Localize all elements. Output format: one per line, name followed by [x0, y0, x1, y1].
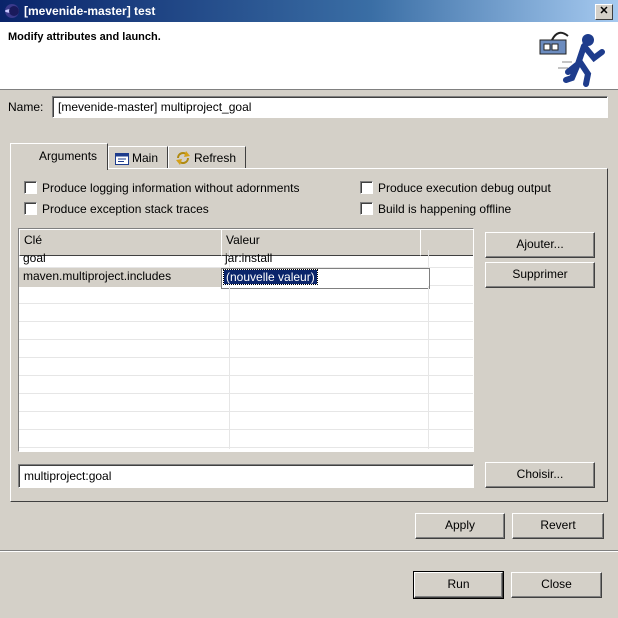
- header-message: Modify attributes and launch.: [8, 31, 161, 43]
- title-bar: [mevenide-master] test ✕: [0, 0, 618, 22]
- empty-row: [19, 412, 473, 431]
- stack-traces-checkbox-box[interactable]: [24, 202, 37, 215]
- window-title: [mevenide-master] test: [24, 4, 156, 18]
- empty-row: [19, 358, 473, 377]
- table-row[interactable]: goal jar:install: [19, 250, 473, 269]
- goal-field[interactable]: multiproject:goal: [18, 464, 474, 488]
- tab-arguments-label: Arguments: [39, 149, 98, 163]
- apply-button[interactable]: Apply: [415, 513, 505, 539]
- revert-button[interactable]: Revert: [512, 513, 604, 539]
- offline-checkbox[interactable]: Build is happening offline: [360, 202, 511, 216]
- close-window-button[interactable]: ✕: [595, 4, 613, 20]
- separator: [0, 550, 618, 552]
- properties-table[interactable]: Clé Valeur goal jar:install maven.multip…: [18, 228, 474, 452]
- empty-row: [19, 430, 473, 449]
- logging-checkbox-box[interactable]: [24, 181, 37, 194]
- empty-row: [19, 286, 473, 305]
- run-launch-icon: [539, 31, 605, 87]
- offline-checkbox-label: Build is happening offline: [378, 202, 512, 216]
- editing-value[interactable]: (nouvelle valeur): [223, 269, 318, 285]
- tab-main-label: Main: [132, 151, 159, 165]
- name-field[interactable]: [mevenide-master] multiproject_goal: [52, 96, 608, 118]
- logging-checkbox-label: Produce logging information without ador…: [42, 181, 300, 195]
- empty-row: [19, 340, 473, 359]
- name-label: Name:: [8, 100, 44, 114]
- tab-refresh[interactable]: Refresh: [168, 146, 246, 169]
- eclipse-icon: [5, 4, 19, 18]
- close-button[interactable]: Close: [511, 572, 602, 598]
- offline-checkbox-box[interactable]: [360, 202, 373, 215]
- empty-row: [19, 322, 473, 341]
- run-button[interactable]: Run: [413, 571, 504, 599]
- stack-traces-checkbox-label: Produce exception stack traces: [42, 202, 209, 216]
- refresh-icon: [176, 151, 190, 165]
- window-icon: [115, 153, 129, 165]
- key-cell[interactable]: goal: [19, 250, 230, 269]
- table-row[interactable]: maven.multiproject.includes (nouvelle va…: [19, 268, 473, 289]
- value-cell[interactable]: jar:install: [221, 250, 429, 269]
- header-banner: Modify attributes and launch.: [0, 22, 618, 90]
- add-button[interactable]: Ajouter...: [485, 232, 595, 258]
- tab-main[interactable]: Main: [108, 146, 168, 169]
- choose-button[interactable]: Choisir...: [485, 462, 595, 488]
- debug-output-checkbox[interactable]: Produce execution debug output: [360, 181, 551, 195]
- empty-row: [19, 394, 473, 413]
- tab-arguments[interactable]: Arguments: [10, 143, 108, 170]
- key-cell[interactable]: maven.multiproject.includes: [19, 268, 230, 287]
- logging-checkbox[interactable]: Produce logging information without ador…: [24, 181, 299, 195]
- tab-refresh-label: Refresh: [194, 151, 237, 165]
- debug-output-checkbox-box[interactable]: [360, 181, 373, 194]
- empty-row: [19, 376, 473, 395]
- debug-output-checkbox-label: Produce execution debug output: [378, 181, 551, 195]
- empty-row: [19, 304, 473, 323]
- remove-button[interactable]: Supprimer: [485, 262, 595, 288]
- stack-traces-checkbox[interactable]: Produce exception stack traces: [24, 202, 209, 216]
